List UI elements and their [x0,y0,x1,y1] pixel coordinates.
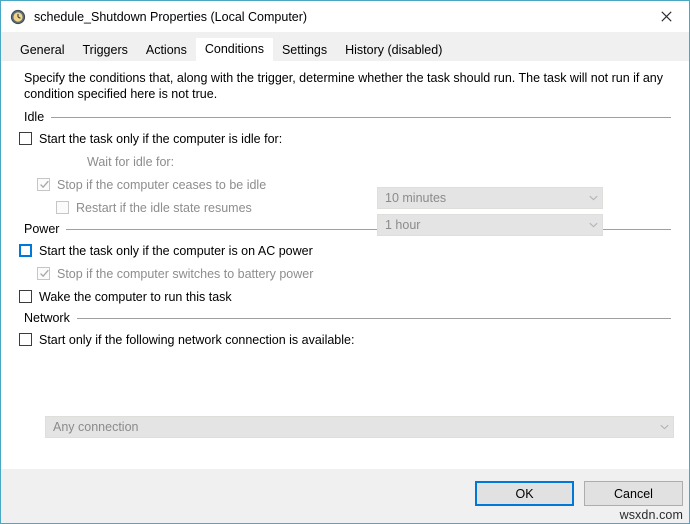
network-connection-row[interactable]: Start only if the following network conn… [19,328,671,351]
network-connection-combobox[interactable]: Any connection [45,416,674,438]
idle-duration-value: 10 minutes [385,191,447,205]
network-connection-label: Start only if the following network conn… [39,332,355,347]
stop-if-not-idle-label: Stop if the computer ceases to be idle [57,177,267,192]
watermark: wsxdn.com [619,508,683,522]
idle-group-divider [51,116,671,118]
stop-if-not-idle-checkbox [37,178,50,191]
power-group-label: Power [24,222,60,236]
battery-stop-checkbox [37,267,50,280]
conditions-panel: Specify the conditions that, along with … [10,61,680,469]
checkmark-icon [40,269,49,278]
tab-history[interactable]: History (disabled) [336,40,451,62]
battery-stop-row: Stop if the computer switches to battery… [19,262,671,285]
idle-duration-combobox[interactable]: 10 minutes [377,187,603,209]
tab-settings[interactable]: Settings [273,40,336,62]
wait-duration-value: 1 hour [385,218,421,232]
wake-computer-label: Wake the computer to run this task [39,289,232,304]
wake-computer-checkbox[interactable] [19,290,32,303]
network-connection-value: Any connection [53,420,139,434]
tab-general[interactable]: General [11,40,73,62]
wait-duration-combobox[interactable]: 1 hour [377,214,603,236]
ac-power-label: Start the task only if the computer is o… [39,243,313,258]
cancel-button[interactable]: Cancel [584,481,683,506]
start-if-idle-label: Start the task only if the computer is i… [39,131,283,146]
start-if-idle-row[interactable]: Start the task only if the computer is i… [19,127,671,150]
battery-stop-label: Stop if the computer switches to battery… [57,266,314,281]
restart-if-idle-label: Restart if the idle state resumes [76,200,252,215]
chevron-down-icon[interactable] [656,424,673,430]
checkmark-icon [40,180,49,189]
window-title: schedule_Shutdown Properties (Local Comp… [34,9,308,24]
tab-triggers[interactable]: Triggers [73,40,136,62]
close-icon[interactable] [643,1,689,32]
ac-power-checkbox[interactable] [19,244,32,257]
wait-for-idle-row: Wait for idle for: [19,150,671,173]
chevron-down-icon[interactable] [585,195,602,201]
dialog-footer: OK Cancel wsxdn.com [1,469,689,523]
ac-power-row[interactable]: Start the task only if the computer is o… [19,239,671,262]
network-group: Network Start only if the following netw… [19,310,671,351]
title-bar: schedule_Shutdown Properties (Local Comp… [1,1,689,32]
network-connection-checkbox[interactable] [19,333,32,346]
tab-conditions[interactable]: Conditions [195,38,273,63]
properties-dialog: schedule_Shutdown Properties (Local Comp… [0,0,690,524]
panel-description: Specify the conditions that, along with … [24,71,664,101]
ok-button[interactable]: OK [475,481,574,506]
network-group-label: Network [24,311,70,325]
start-if-idle-checkbox[interactable] [19,132,32,145]
idle-group-label: Idle [24,110,45,124]
wait-for-idle-label: Wait for idle for: [87,154,175,169]
tab-strip: General Triggers Actions Conditions Sett… [1,32,689,63]
tab-actions[interactable]: Actions [137,40,196,62]
idle-group-header: Idle [19,109,671,125]
restart-if-idle-checkbox [56,201,69,214]
chevron-down-icon[interactable] [585,222,602,228]
network-group-header: Network [19,310,671,326]
wake-computer-row[interactable]: Wake the computer to run this task [19,285,671,308]
network-group-divider [76,317,671,319]
clock-icon [10,9,26,25]
